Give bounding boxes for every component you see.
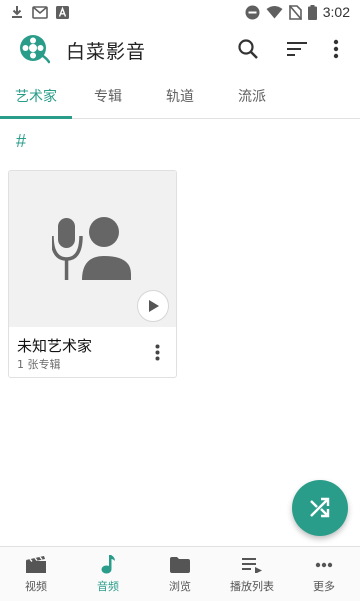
no-sim-icon — [288, 4, 302, 20]
status-time: 3:02 — [322, 4, 350, 20]
status-bar-right: 3:02 — [235, 4, 360, 20]
search-button[interactable] — [234, 35, 262, 63]
tab-tracks[interactable]: 轨道 — [144, 74, 216, 118]
artist-name: 未知艺术家 — [17, 337, 93, 355]
do-not-disturb-icon — [245, 5, 260, 20]
more-vert-icon — [333, 39, 339, 59]
nav-audio-label: 音频 — [97, 579, 119, 593]
music-note-icon — [97, 555, 119, 575]
font-icon — [56, 5, 69, 19]
nav-video[interactable]: 视频 — [0, 547, 72, 601]
wifi-icon — [266, 5, 283, 19]
tab-albums[interactable]: 专辑 — [72, 74, 144, 118]
artist-placeholder-icon — [50, 216, 134, 286]
nav-more[interactable]: 更多 — [288, 547, 360, 601]
shuffle-icon — [309, 497, 331, 519]
nav-browse[interactable]: 浏览 — [144, 547, 216, 601]
shuffle-fab[interactable] — [292, 480, 348, 536]
tab-bar: 艺术家 专辑 轨道 流派 — [0, 74, 360, 119]
app-title: 白菜影音 — [66, 41, 147, 63]
nav-audio[interactable]: 音频 — [72, 547, 144, 601]
artist-more-button[interactable] — [147, 341, 167, 363]
sort-icon — [287, 41, 307, 57]
download-icon — [10, 5, 24, 19]
tab-genres[interactable]: 流派 — [216, 74, 288, 118]
battery-icon — [307, 4, 317, 20]
artist-album-count: 1 张专辑 — [17, 358, 61, 371]
nav-playlists-label: 播放列表 — [230, 579, 274, 593]
more-horiz-icon — [313, 555, 335, 575]
more-vert-icon — [155, 344, 160, 361]
status-bar: 3:02 — [0, 0, 360, 24]
more-options-button[interactable] — [322, 35, 350, 63]
play-icon — [146, 299, 160, 313]
tab-artists[interactable]: 艺术家 — [0, 74, 72, 119]
artist-card[interactable]: 未知艺术家 1 张专辑 — [8, 170, 177, 378]
search-icon — [237, 38, 259, 60]
nav-playlists[interactable]: 播放列表 — [216, 547, 288, 601]
video-icon — [25, 555, 47, 575]
bottom-navigation: 视频 音频 浏览 播放列表 更多 — [0, 546, 360, 601]
mail-icon — [32, 5, 48, 19]
playlist-icon — [241, 555, 263, 575]
nav-video-label: 视频 — [25, 579, 47, 593]
artist-play-button[interactable] — [137, 290, 169, 322]
sort-button[interactable] — [283, 35, 311, 63]
status-bar-left — [0, 5, 79, 19]
artist-artwork — [9, 171, 176, 327]
folder-icon — [169, 555, 191, 575]
app-logo-icon — [18, 33, 51, 65]
app-bar: 白菜影音 — [0, 24, 360, 74]
section-header: # — [16, 131, 27, 151]
nav-more-label: 更多 — [313, 579, 335, 593]
nav-browse-label: 浏览 — [169, 579, 191, 593]
